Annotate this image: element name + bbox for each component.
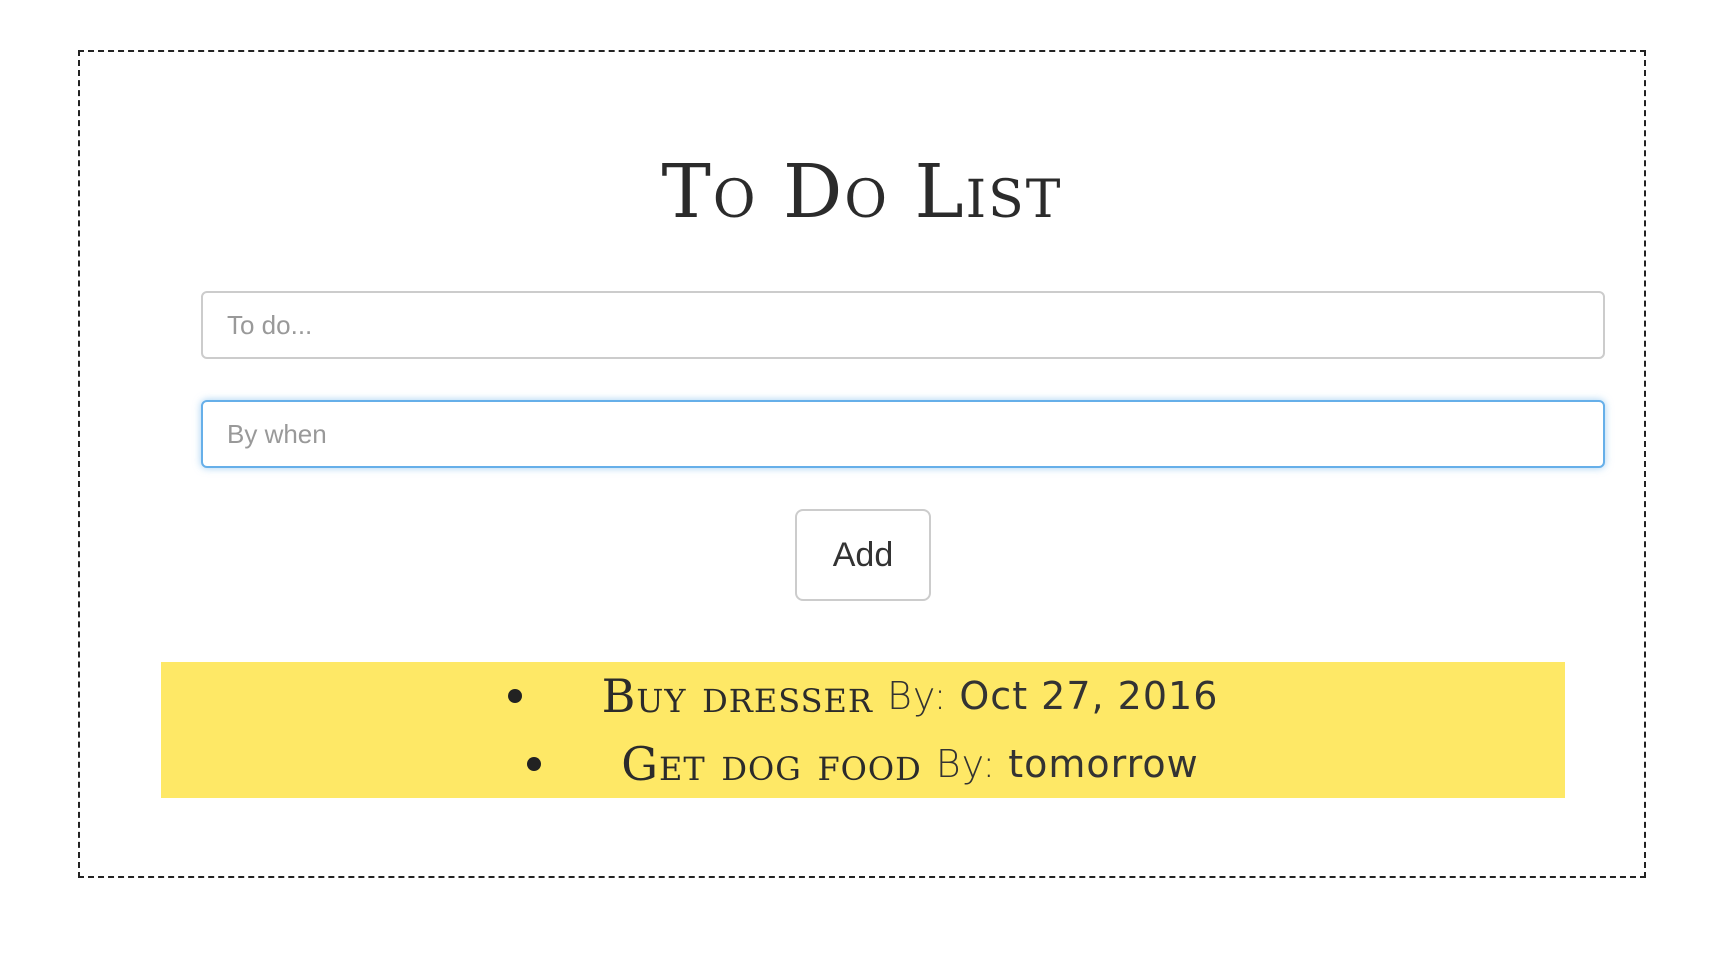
todo-input[interactable] [201,291,1605,359]
by-when-input[interactable] [201,400,1605,468]
bullet-icon [527,757,542,771]
page-title: To Do List [661,149,1063,235]
todo-item-by-label: By: [886,674,948,718]
todo-list-item: Buy dresser By: Oct 27, 2016 [161,662,1565,730]
todo-list: Buy dresser By: Oct 27, 2016 Get dog foo… [161,662,1565,798]
todo-item-date: tomorrow [1008,742,1199,786]
bullet-icon [507,689,522,703]
todo-item-text: Buy dresser [601,669,873,723]
todo-item-date: Oct 27, 2016 [959,674,1219,718]
add-button[interactable]: Add [795,509,931,601]
todo-item-text: Get dog food [621,737,922,791]
todo-item-by-label: By: [935,742,997,786]
todo-list-item: Get dog food By: tomorrow [161,730,1565,798]
